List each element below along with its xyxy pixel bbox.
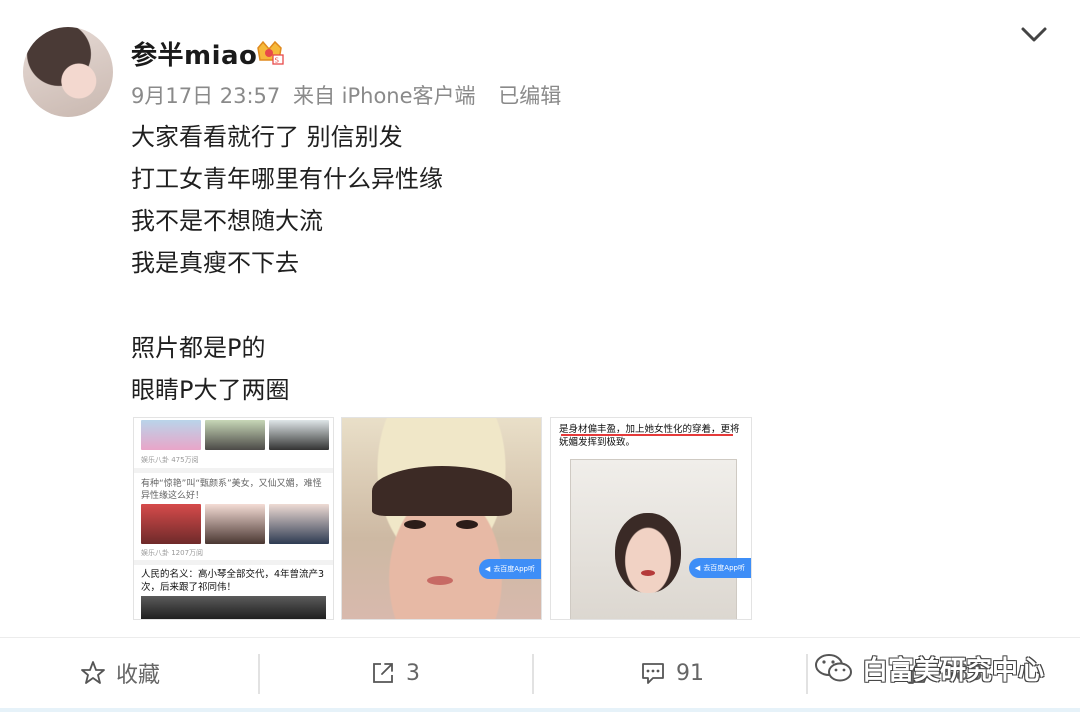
- caption: 娱乐八卦 1207万阅: [141, 549, 204, 557]
- photo-row: [141, 504, 329, 544]
- comment-button[interactable]: 91: [640, 638, 704, 708]
- photo: [141, 596, 326, 619]
- post-meta: 9月17日 23:57 来自 iPhone客户端 已编辑: [131, 80, 567, 110]
- watermark: 白富美研究中心: [814, 648, 1044, 688]
- image-thumbnail-3[interactable]: 是身材偏丰盈，加上她女性化的穿着，更将妩媚发挥到极致。 ◀ 去百度App听: [550, 417, 752, 620]
- divider: [134, 468, 333, 473]
- post-line: 我不是不想随大流: [131, 207, 323, 235]
- svg-text:S: S: [275, 57, 280, 65]
- avatar[interactable]: [23, 27, 113, 117]
- post-line: 大家看看就行了 别信别发: [131, 123, 403, 151]
- bottom-border: [0, 708, 1080, 712]
- highlight-underline: [561, 434, 733, 436]
- post-source: 来自 iPhone客户端: [292, 84, 476, 108]
- caption: 娱乐八卦 475万阅: [141, 456, 199, 464]
- edited-label: 已编辑: [498, 84, 562, 108]
- post-line-blank: [131, 284, 443, 327]
- share-icon: [373, 663, 393, 683]
- app-listen-pill[interactable]: ◀ 去百度App听: [478, 559, 541, 579]
- comment-icon: [642, 663, 664, 684]
- photo-row: [141, 420, 329, 450]
- divider: [134, 560, 333, 565]
- divider: [806, 654, 808, 694]
- image-thumbnail-2[interactable]: ◀ 去百度App听: [341, 417, 542, 620]
- post-line: 照片都是P的: [131, 334, 266, 362]
- speaker-icon: ◀: [484, 565, 491, 573]
- watermark-text: 白富美研究中心: [862, 655, 1045, 686]
- image-thumbnail-1[interactable]: 娱乐八卦 475万阅 有种“惊艳”叫“甄颜系”美女，又仙又媚，难怪异性缘这么好！…: [133, 417, 334, 620]
- post-text: 大家看看就行了 别信别发 打工女青年哪里有什么异性缘 我不是不想随大流 我是真瘦…: [131, 116, 443, 411]
- star-icon: [81, 661, 105, 684]
- post-date: 9月17日 23:57: [131, 84, 281, 108]
- favorite-label: 收藏: [116, 663, 161, 688]
- share-button[interactable]: 3: [370, 638, 420, 708]
- headline: 人民的名义：高小琴全部交代，4年曾流产3次，后来跟了祁同伟！: [141, 569, 325, 593]
- post-line: 眼睛P大了两圈: [131, 376, 290, 404]
- app-listen-pill[interactable]: ◀ 去百度App听: [688, 558, 751, 578]
- post-line: 打工女青年哪里有什么异性缘: [131, 165, 443, 193]
- caption: 是身材偏丰盈，加上她女性化的穿着，更将妩媚发挥到极致。: [559, 424, 740, 448]
- crown-badge-icon: S: [257, 40, 284, 65]
- divider: [258, 654, 260, 694]
- share-count: 3: [406, 660, 420, 686]
- comment-count: 91: [676, 660, 704, 686]
- divider: [532, 654, 534, 694]
- chevron-down-icon[interactable]: [1019, 24, 1049, 46]
- post-line: 我是真瘦不下去: [131, 249, 299, 277]
- favorite-button[interactable]: 收藏: [80, 638, 160, 708]
- caption: 有种“惊艳”叫“甄颜系”美女，又仙又媚，难怪异性缘这么好！: [141, 479, 322, 501]
- speaker-icon: ◀: [694, 564, 701, 572]
- username[interactable]: 参半miao: [131, 35, 257, 72]
- wechat-icon: [815, 654, 852, 682]
